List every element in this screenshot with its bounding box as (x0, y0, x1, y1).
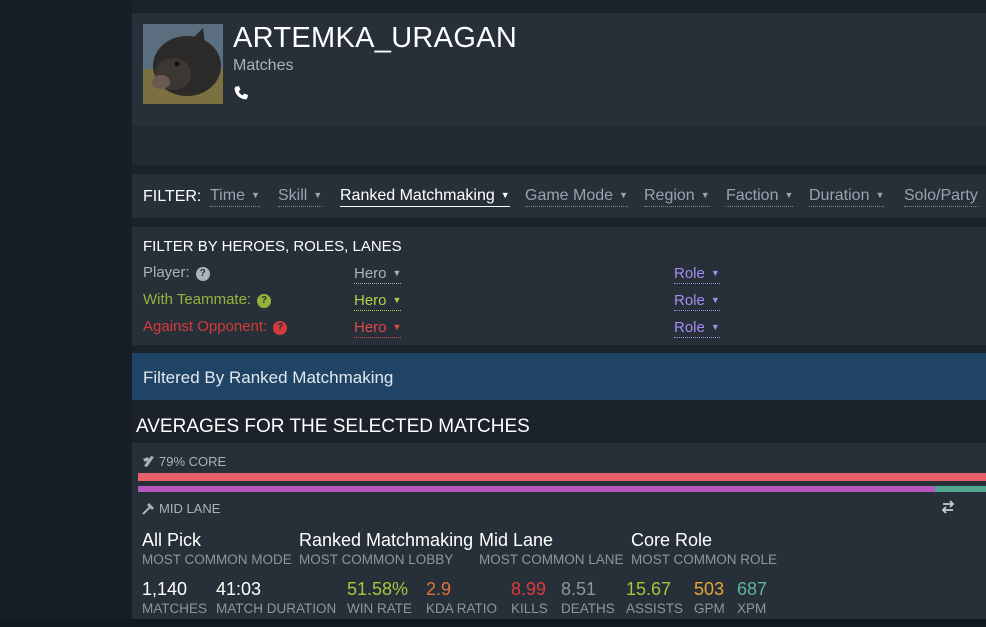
mid-lane-label: MID LANE (159, 501, 221, 516)
player-filter-label: Player:? (143, 264, 210, 281)
stat-kills: 8.99 KILLS (511, 579, 548, 616)
common-mode: All Pick MOST COMMON MODE (142, 530, 292, 567)
mid-lane-icon (142, 503, 154, 515)
teammate-filter-label: With Teammate:? (143, 291, 272, 308)
filtered-by-banner: Filtered By Ranked Matchmaking (132, 353, 986, 400)
page-subtitle: Matches (233, 57, 294, 74)
filter-solo-party[interactable]: Solo/Party (904, 187, 978, 207)
chevron-down-icon: ▼ (250, 190, 260, 200)
filter-label: FILTER: (143, 188, 202, 205)
phone-icon[interactable] (233, 85, 249, 101)
mid-lane-line: MID LANE (142, 501, 220, 516)
stat-xpm: 687 XPM (737, 579, 768, 616)
averages-panel: 79% CORE MID LANE All Pick MOST COMMON MO… (132, 443, 986, 627)
core-role-label: 79% CORE (159, 454, 227, 469)
opponent-role-select[interactable]: Role ▼ (674, 319, 720, 338)
chevron-down-icon: ▼ (313, 190, 323, 200)
filter-duration[interactable]: Duration ▼ (809, 187, 885, 207)
chevron-down-icon: ▼ (784, 190, 794, 200)
chevron-down-icon: ▼ (875, 190, 885, 200)
common-lobby: Ranked Matchmaking MOST COMMON LOBBY (299, 530, 474, 567)
swap-icon[interactable] (940, 499, 956, 515)
stat-win-rate: 51.58% WIN RATE (347, 579, 412, 616)
chevron-down-icon: ▼ (700, 190, 710, 200)
averages-title: AVERAGES FOR THE SELECTED MATCHES (136, 416, 530, 437)
lane-bar-other-segment (935, 486, 986, 492)
stat-matches: 1,140 MATCHES (142, 579, 208, 616)
player-avatar[interactable] (143, 24, 223, 104)
stat-kda-ratio: 2.9 KDA RATIO (426, 579, 498, 616)
core-role-line: 79% CORE (142, 454, 226, 469)
lane-bar (138, 486, 986, 492)
stat-match-duration: 41:03 MATCH DURATION (216, 579, 337, 616)
player-name: ARTEMKA_URAGAN (233, 22, 518, 54)
left-gutter (0, 0, 132, 627)
teammate-role-select[interactable]: Role ▼ (674, 292, 720, 311)
header-tabs-strip (132, 126, 986, 165)
core-role-icon (143, 456, 154, 467)
filter-region[interactable]: Region ▼ (644, 187, 710, 207)
filter-lobby[interactable]: Ranked Matchmaking ▼ (340, 187, 510, 207)
filter-game-mode[interactable]: Game Mode ▼ (525, 187, 628, 207)
heroes-filter-title: FILTER BY HEROES, ROLES, LANES (143, 238, 402, 255)
filter-bar: FILTER: Time ▼ Skill ▼ Ranked Matchmaking ▼… (132, 174, 986, 218)
filter-time[interactable]: Time ▼ (210, 187, 260, 207)
chevron-down-icon: ▼ (619, 190, 628, 200)
filter-skill[interactable]: Skill ▼ (278, 187, 323, 207)
help-icon[interactable]: ? (195, 267, 210, 281)
heroes-filter-panel: FILTER BY HEROES, ROLES, LANES Player:? … (132, 227, 986, 345)
opponent-hero-select[interactable]: Hero ▼ (354, 319, 402, 338)
bottom-strip (0, 619, 986, 627)
stat-gpm: 503 GPM (694, 579, 725, 616)
help-icon[interactable]: ? (273, 321, 288, 335)
player-hero-select[interactable]: Hero ▼ (354, 265, 402, 284)
opponent-filter-label: Against Opponent:? (143, 318, 288, 335)
stat-assists: 15.67 ASSISTS (626, 579, 684, 616)
teammate-hero-select[interactable]: Hero ▼ (354, 292, 402, 311)
filter-faction[interactable]: Faction ▼ (726, 187, 794, 207)
chevron-down-icon: ▼ (500, 190, 510, 200)
common-role: Core Role MOST COMMON ROLE (631, 530, 778, 567)
common-lane: Mid Lane MOST COMMON LANE (479, 530, 624, 567)
help-icon[interactable]: ? (257, 294, 272, 308)
player-role-select[interactable]: Role ▼ (674, 265, 720, 284)
filtered-by-text: Filtered By Ranked Matchmaking (143, 368, 394, 387)
player-header: ARTEMKA_URAGAN Matches (132, 13, 986, 126)
stat-deaths: 8.51 DEATHS (561, 579, 615, 616)
core-role-bar (138, 473, 986, 481)
